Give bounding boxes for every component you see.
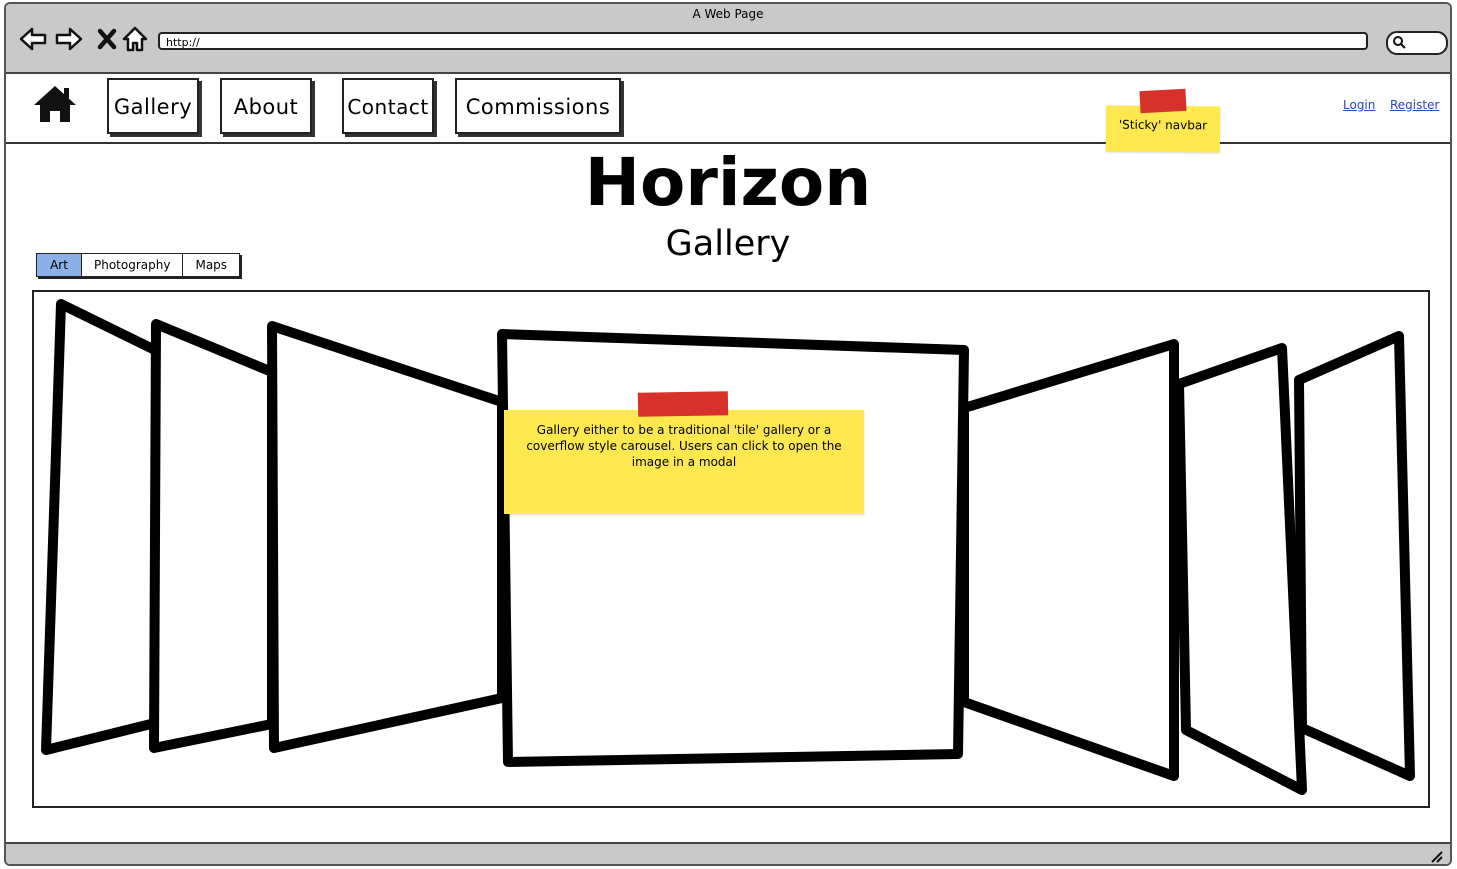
slide-left-3 — [267, 321, 507, 753]
page-title: Horizon — [584, 144, 872, 221]
browser-toolbar: A Web Page http:// — [6, 4, 1450, 74]
nav-commissions-button[interactable]: Commissions — [455, 78, 621, 134]
back-arrow-icon[interactable] — [18, 24, 48, 54]
gallery-note-tape — [637, 391, 729, 417]
browser-status-bar — [6, 842, 1450, 864]
tab-art[interactable]: Art — [37, 254, 82, 276]
search-icon — [1393, 36, 1406, 49]
nav-about-button[interactable]: About — [220, 78, 312, 134]
address-bar[interactable]: http:// — [158, 32, 1368, 50]
slide-center — [497, 329, 969, 767]
browser-search-button[interactable] — [1386, 31, 1448, 55]
window-title: A Web Page — [692, 7, 764, 21]
slide-right-1 — [1294, 331, 1415, 781]
sticky-navbar-note-text: 'Sticky' navbar — [1118, 117, 1208, 133]
stop-icon[interactable] — [92, 24, 122, 54]
site-navbar: Gallery About Contact Commissions 'Stick… — [6, 74, 1450, 153]
gallery-note-text: Gallery either to be a traditional 'tile… — [526, 423, 842, 469]
slide-right-2 — [1174, 343, 1307, 795]
home-outline-icon[interactable] — [120, 24, 150, 54]
category-tabs: Art Photography Maps — [36, 253, 241, 277]
slide-left-1 — [41, 299, 164, 755]
tab-maps[interactable]: Maps — [183, 254, 239, 276]
register-link[interactable]: Register — [1390, 98, 1439, 112]
login-link[interactable]: Login — [1343, 98, 1375, 112]
coverflow-slides — [41, 299, 1415, 795]
gallery-carousel: Gallery either to be a traditional 'tile… — [32, 290, 1430, 808]
nav-gallery-button[interactable]: Gallery — [107, 78, 199, 134]
gallery-note: Gallery either to be a traditional 'tile… — [504, 410, 864, 514]
home-icon[interactable] — [32, 84, 78, 124]
resize-grip-icon[interactable] — [1428, 848, 1444, 864]
browser-window: A Web Page http:// Gallery About Contact — [4, 2, 1452, 866]
tab-photography[interactable]: Photography — [82, 254, 184, 276]
nav-contact-button[interactable]: Contact — [342, 78, 434, 134]
slide-right-3 — [959, 339, 1179, 781]
slide-left-2 — [149, 319, 277, 753]
forward-arrow-icon[interactable] — [54, 24, 84, 54]
note-tape — [1139, 88, 1187, 114]
